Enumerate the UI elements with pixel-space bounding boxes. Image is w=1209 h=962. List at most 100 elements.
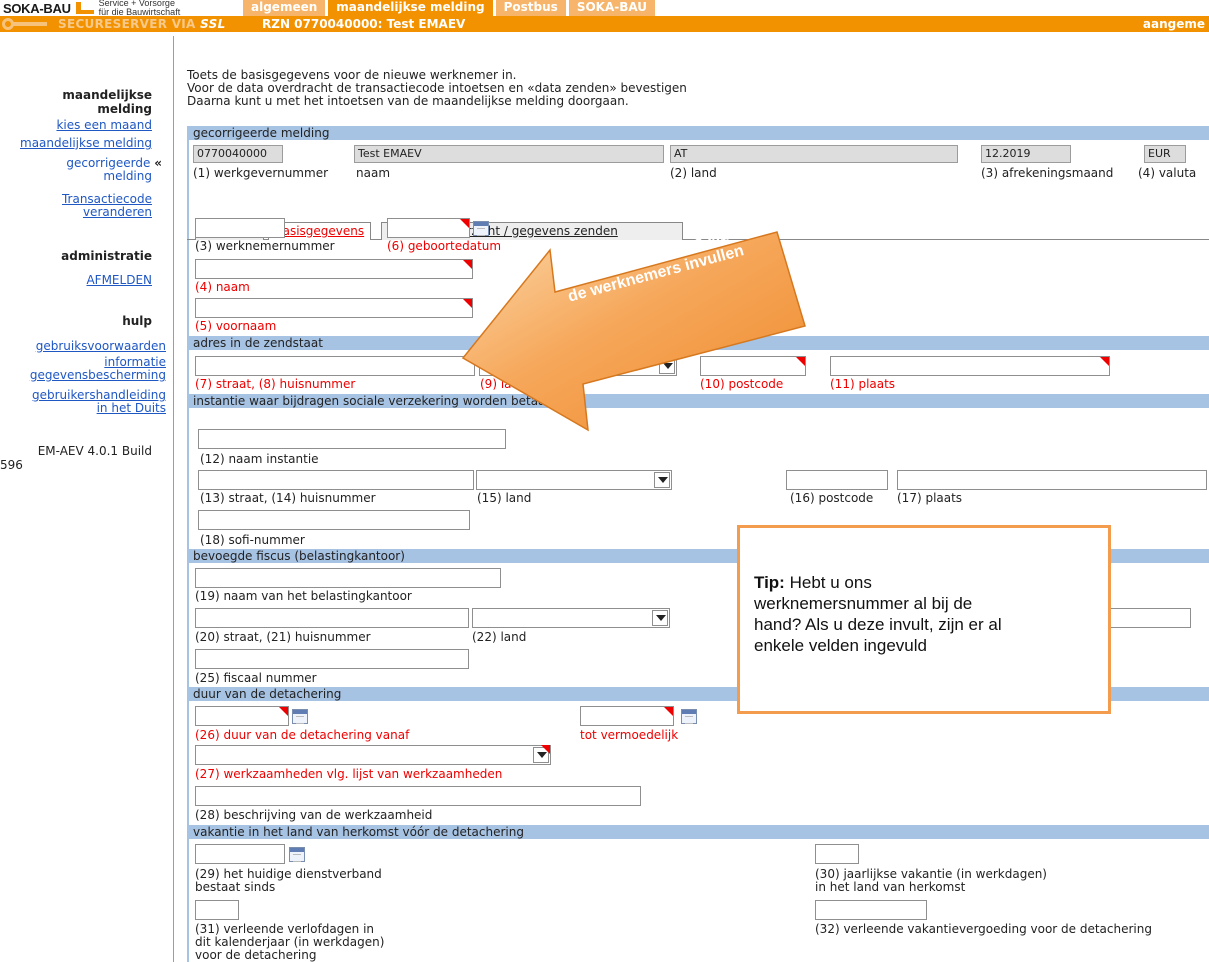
nav-tab-postbus[interactable]: Postbus — [495, 0, 566, 16]
intro-line-3: Daarna kunt u met het intoetsen van de m… — [187, 94, 629, 108]
belastingkantoor-label: (19) naam van het belastingkantoor — [195, 589, 412, 603]
secure-server-label: SECURESERVER VIA SSL — [58, 17, 226, 31]
werkgevernummer-label: (1) werkgevernummer — [193, 166, 329, 180]
detachering-tot-label: tot vermoedelijk — [580, 728, 679, 742]
werkgever-naam-field: Test EMAEV — [354, 145, 664, 163]
section-gecorrigeerde-melding: gecorrigeerde melding — [187, 126, 1209, 140]
version-info: EM-AEV 4.0.1 Build 596 — [0, 444, 152, 472]
werknemernummer-label: (3) werknemernummer — [195, 239, 335, 253]
sidebar-link-transactiecode[interactable]: Transactiecode veranderen — [0, 193, 152, 219]
vakantievergoeding-label: (32) verleende vakantievergoeding voor d… — [815, 922, 1152, 936]
sofi-label: (18) sofi-nummer — [200, 533, 305, 547]
werknemernummer-input[interactable] — [195, 218, 285, 238]
secure-server-bar: SECURESERVER VIA SSL RZN 0770040000: Tes… — [0, 16, 1209, 32]
verlofdagen-input[interactable] — [195, 900, 239, 920]
detachering-tot-input[interactable] — [580, 706, 674, 726]
werkzaamheden-select[interactable] — [195, 745, 551, 765]
valuta-label: (4) valuta — [1138, 166, 1197, 180]
sidebar-link-kies-maand[interactable]: kies een maand — [0, 119, 152, 132]
calendar-icon[interactable] — [289, 847, 305, 862]
tip-line-2: werknemersnummer al bij de — [754, 594, 973, 613]
sofi-input[interactable] — [198, 510, 470, 530]
valuta-field: EUR — [1144, 145, 1186, 163]
detachering-vanaf-input[interactable] — [195, 706, 289, 726]
fiscaal-nummer-label: (25) fiscaal nummer — [195, 671, 317, 685]
verlofdagen-label: (31) verleende verlofdagen in dit kalend… — [195, 922, 385, 962]
naam-instantie-label: (12) naam instantie — [200, 452, 319, 466]
fiscus-land-label: (22) land — [472, 630, 527, 644]
afrekeningsmaand-field: 12.2019 — [981, 145, 1071, 163]
nav-tab-maandelijkse-melding[interactable]: maandelijkse melding — [328, 0, 493, 16]
calendar-icon[interactable] — [681, 709, 697, 724]
brand-name: SOKA-BAU — [3, 0, 71, 16]
instantie-land-label: (15) land — [477, 491, 532, 505]
jaarlijkse-vakantie-input[interactable] — [815, 844, 859, 864]
fiscaal-nummer-input[interactable] — [195, 649, 469, 669]
straat-label: (7) straat, (8) huisnummer — [195, 377, 356, 391]
beschrijving-input[interactable] — [195, 786, 641, 806]
section-vakantie: vakantie in het land van herkomst vóór d… — [187, 825, 1209, 839]
logo-mark-icon — [73, 1, 95, 15]
sidebar-title: maandelijkse melding — [62, 88, 152, 116]
fiscus-straat-input[interactable] — [195, 608, 469, 628]
tip-line-1: Hebt u ons — [789, 573, 872, 592]
tip-line-4: enkele velden ingevuld — [754, 636, 927, 655]
calendar-icon[interactable] — [292, 709, 308, 724]
tip-box: Tip: Hebt u ons werknemersnummer al bij … — [737, 525, 1111, 714]
sidebar-link-handleiding[interactable]: gebruikershandleiding in het Duits — [0, 389, 166, 415]
plaats-input[interactable] — [830, 356, 1110, 376]
login-status: aangeme — [1142, 17, 1205, 31]
sidebar-divider — [173, 36, 174, 962]
sidebar-link-maandelijkse-melding[interactable]: maandelijkse melding — [0, 137, 152, 150]
nav-tab-soka-bau[interactable]: SOKA-BAU — [568, 0, 656, 16]
chevron-down-icon — [652, 610, 668, 626]
nav-tab-algemeen[interactable]: algemeen — [243, 0, 326, 16]
fiscus-land-select[interactable] — [472, 608, 670, 628]
werkgever-naam-label: naam — [356, 166, 391, 180]
rzn-title: RZN 0770040000: Test EMAEV — [262, 17, 466, 31]
instantie-plaats-label: (17) plaats — [897, 491, 963, 505]
key-icon — [2, 18, 54, 30]
sidebar-admin-title: administratie — [61, 249, 152, 263]
dienstverband-input[interactable] — [195, 844, 285, 864]
instantie-postcode-input[interactable] — [786, 470, 888, 490]
tip-title: Tip: — [754, 573, 785, 592]
werkzaamheden-label: (27) werkzaamheden vlg. lijst van werkza… — [195, 767, 503, 781]
naam-input[interactable] — [195, 259, 473, 279]
afrekeningsmaand-label: (3) afrekeningsmaand — [981, 166, 1114, 180]
sidebar-link-afmelden[interactable]: AFMELDEN — [0, 274, 152, 287]
tip-line-3: hand? Als u deze invult, zijn er al — [754, 615, 1002, 634]
straat-input[interactable] — [195, 356, 475, 376]
instantie-postcode-label: (16) postcode — [790, 491, 874, 505]
soka-bau-logo[interactable]: SOKA-BAU Service + Vorsorge für die Bauw… — [3, 0, 181, 17]
voornaam-label: (5) voornaam — [195, 319, 277, 333]
top-header: SOKA-BAU Service + Vorsorge für die Bauw… — [0, 0, 1209, 17]
naam-label: (4) naam — [195, 280, 250, 294]
sidebar-link-gegevensbescherming[interactable]: informatie gegevensbescherming — [0, 356, 166, 382]
vakantievergoeding-input[interactable] — [815, 900, 927, 920]
beschrijving-label: (28) beschrijving van de werkzaamheid — [195, 808, 433, 822]
chevron-down-icon — [533, 747, 549, 763]
main-content: Toets de basisgegevens voor de nieuwe we… — [187, 32, 1209, 962]
plaats-label: (11) plaats — [830, 377, 896, 391]
land-field: AT — [670, 145, 958, 163]
instantie-plaats-input[interactable] — [897, 470, 1207, 490]
voornaam-input[interactable] — [195, 298, 473, 318]
main-nav: algemeen maandelijkse melding Postbus SO… — [243, 0, 658, 16]
fiscus-plaats-input[interactable] — [1105, 608, 1191, 628]
sidebar-item-gecorrigeerde[interactable]: gecorrigeerde « melding — [0, 157, 162, 183]
sidebar-link-voorwaarden[interactable]: gebruiksvoorwaarden — [0, 340, 166, 353]
dienstverband-label: (29) het huidige dienstverband bestaat s… — [195, 867, 382, 894]
belastingkantoor-input[interactable] — [195, 568, 501, 588]
detachering-vanaf-label: (26) duur van de detachering vanaf — [195, 728, 410, 742]
jaarlijkse-vakantie-label: (30) jaarlijkse vakantie (in werkdagen) … — [815, 867, 1047, 894]
sidebar-help-title: hulp — [122, 314, 152, 328]
instantie-land-select[interactable] — [476, 470, 672, 490]
fiscus-straat-label: (20) straat, (21) huisnummer — [195, 630, 371, 644]
instantie-straat-label: (13) straat, (14) huisnummer — [200, 491, 376, 505]
land-label: (2) land — [670, 166, 717, 180]
werkgevernummer-field: 0770040000 — [193, 145, 283, 163]
brand-tagline: Service + Vorsorge für die Bauwirtschaft — [98, 0, 181, 17]
instantie-straat-input[interactable] — [198, 470, 474, 490]
chevron-down-icon — [654, 472, 670, 488]
